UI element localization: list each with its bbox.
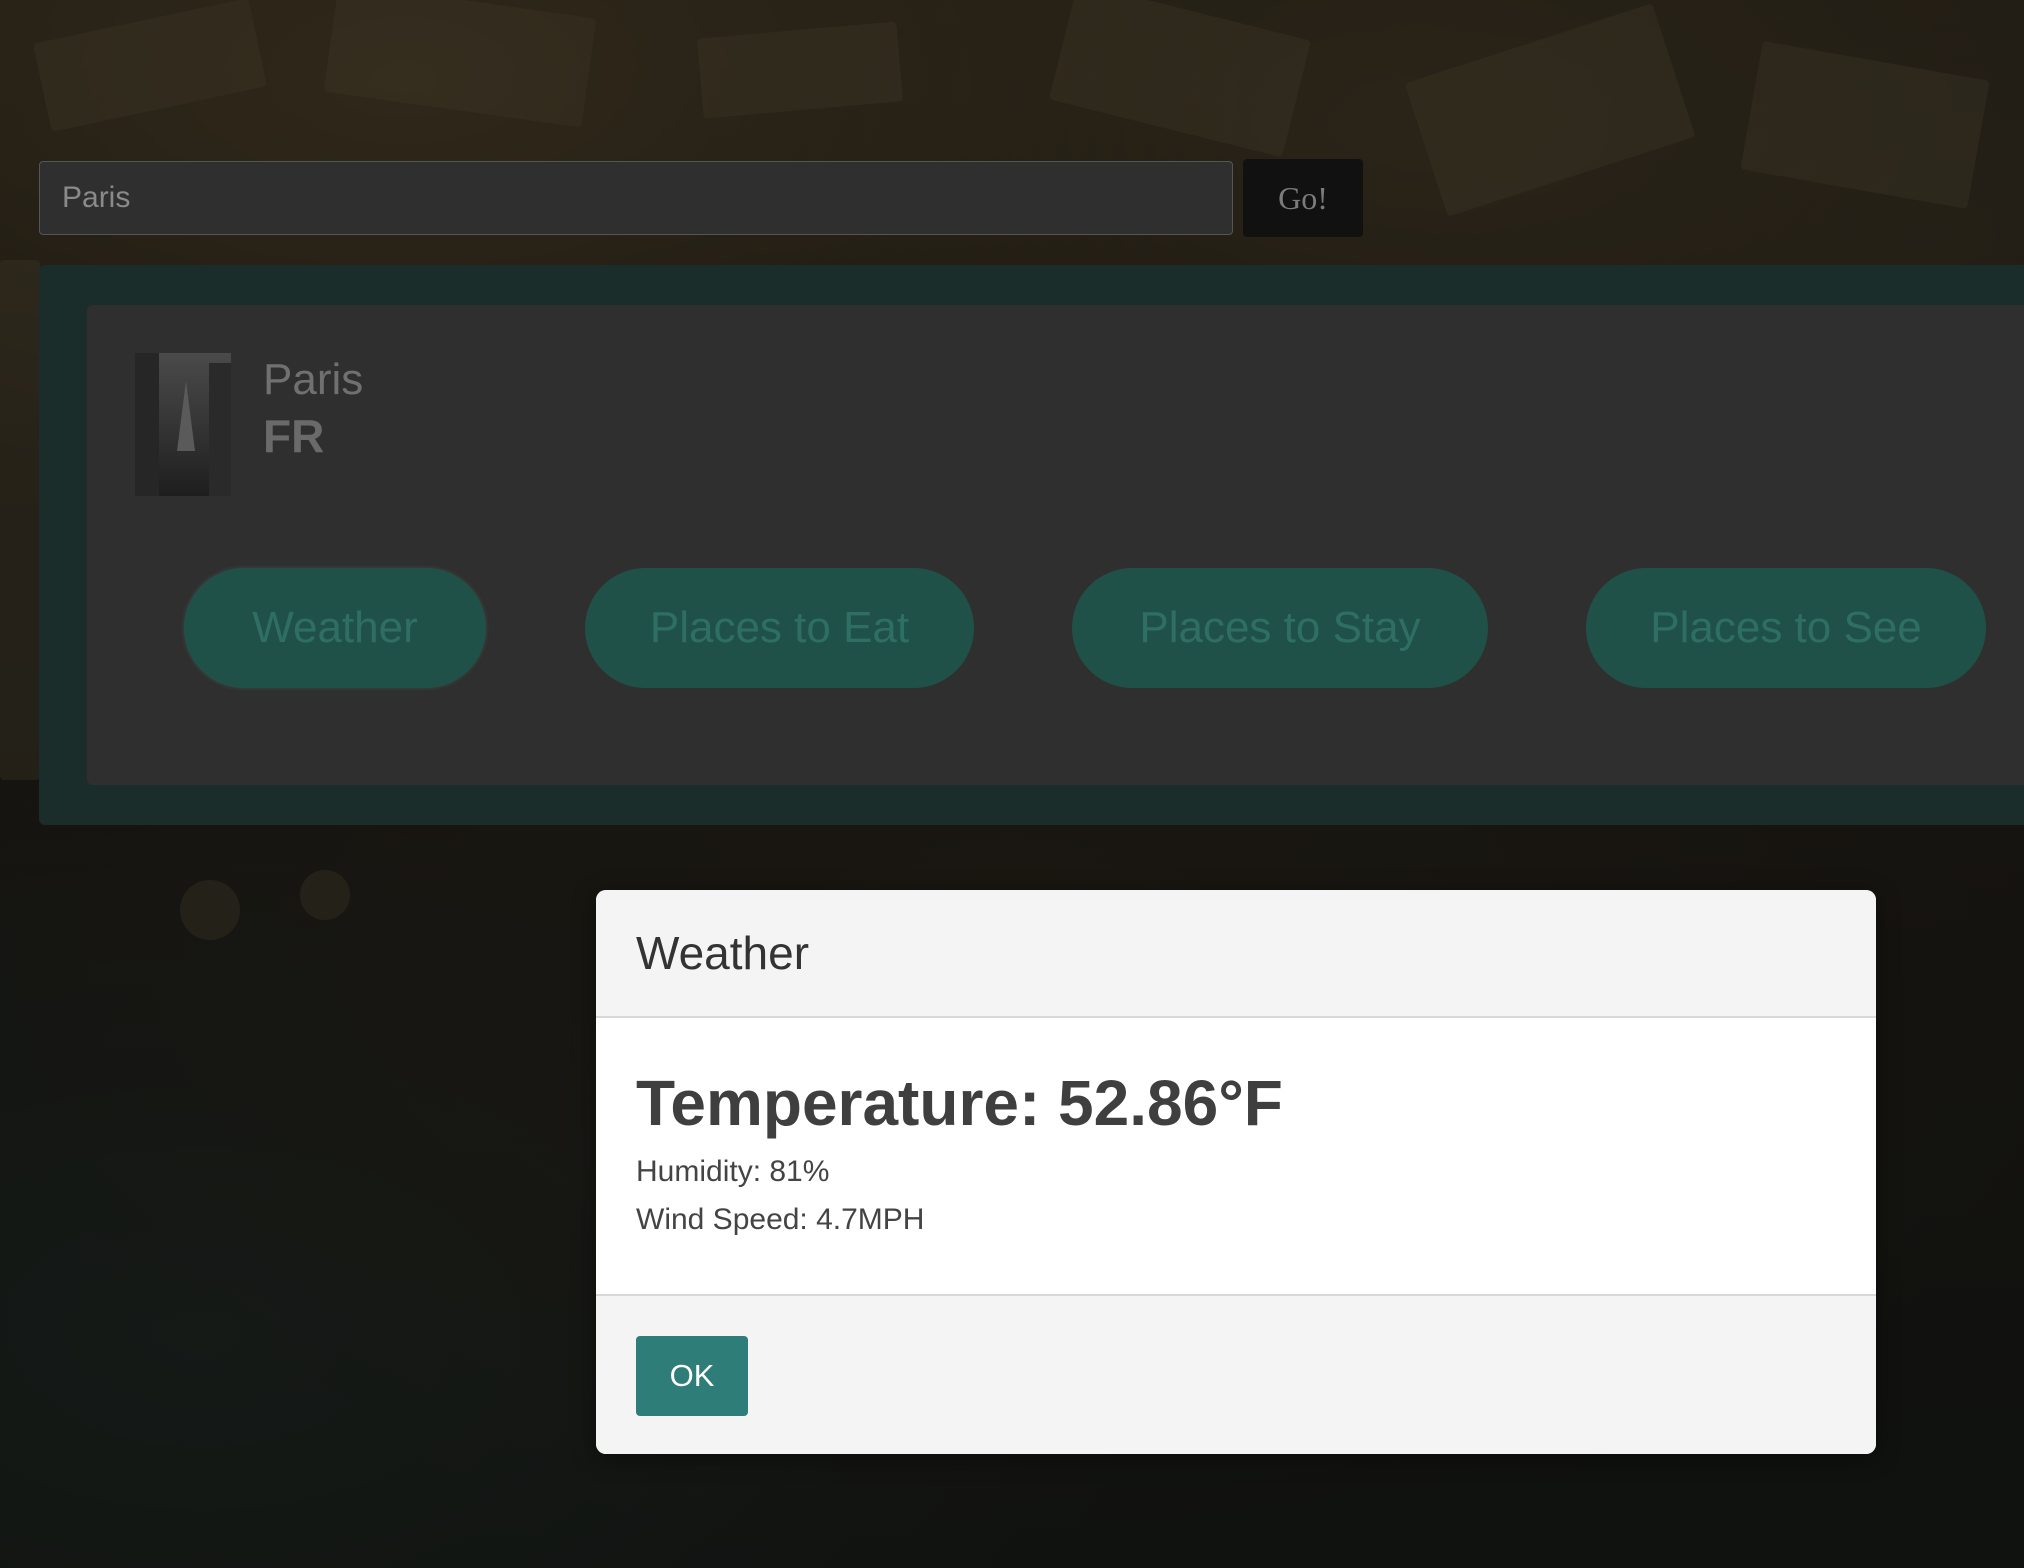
humidity-value: Humidity: 81%	[636, 1155, 830, 1189]
search-input[interactable]	[39, 161, 1233, 235]
eiffel-tower-icon	[177, 381, 195, 451]
weather-modal: Weather Temperature: 52.86°F Humidity: 8…	[596, 890, 1876, 1454]
modal-footer: OK	[596, 1294, 1876, 1454]
places-to-see-button[interactable]: Places to See	[1586, 568, 1986, 688]
wind-speed-value: Wind Speed: 4.7MPH	[636, 1203, 925, 1237]
places-to-eat-button[interactable]: Places to Eat	[585, 568, 974, 688]
ok-button[interactable]: OK	[636, 1336, 748, 1416]
city-card-frame: Paris FR Weather Places to Eat Places to…	[39, 265, 2024, 825]
go-button[interactable]: Go!	[1243, 159, 1363, 237]
city-country: FR	[263, 410, 325, 462]
city-card: Paris FR Weather Places to Eat Places to…	[87, 305, 2024, 785]
modal-body: Temperature: 52.86°F Humidity: 81% Wind …	[596, 1018, 1876, 1294]
city-thumbnail	[135, 353, 231, 496]
city-name: Paris	[263, 355, 364, 404]
modal-title: Weather	[636, 927, 810, 979]
places-to-stay-button[interactable]: Places to Stay	[1072, 568, 1488, 688]
search-bar: Go!	[39, 159, 1363, 237]
temperature-value: Temperature: 52.86°F	[636, 1067, 1283, 1139]
modal-header: Weather	[596, 890, 1876, 1018]
weather-button[interactable]: Weather	[184, 568, 486, 688]
